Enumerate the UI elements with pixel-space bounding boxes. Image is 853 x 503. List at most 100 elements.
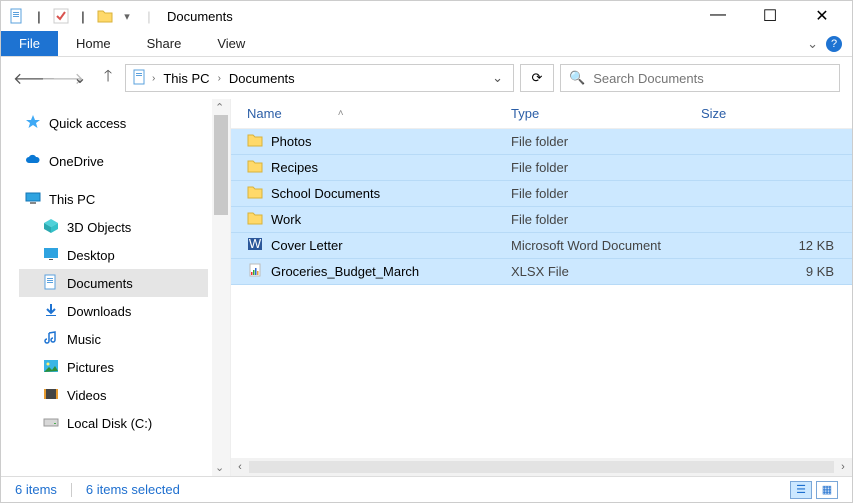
file-row[interactable]: RecipesFile folder [231,155,852,181]
back-button[interactable]: 🡐 [13,68,35,89]
pic-icon [43,358,59,377]
crumb-documents[interactable]: Documents [225,71,299,86]
svg-text:W: W [249,236,262,251]
cube-icon [43,218,59,237]
search-icon: 🔍 [569,70,585,86]
document-icon [9,8,25,24]
disk-icon [43,414,59,433]
doc-icon [43,274,59,293]
file-row[interactable]: School Documents File folder [231,181,852,207]
address-bar[interactable]: › This PC › Documents ⌄ [125,64,514,92]
sidebar-item-music[interactable]: Music [19,325,208,353]
sidebar-item-3d-objects[interactable]: 3D Objects [19,213,208,241]
tab-home[interactable]: Home [58,31,129,56]
sidebar-item-this-pc[interactable]: This PC [19,185,208,213]
title-bar: | | ▾ | Documents — ☐ ✕ [1,1,852,31]
crumb-this-pc[interactable]: This PC [159,71,213,86]
file-type: File folder [511,212,701,227]
file-name: Groceries_Budget_March [271,264,419,279]
file-size: 9 KB [701,264,852,279]
window-controls: — ☐ ✕ [704,6,844,26]
sidebar-item-label: OneDrive [49,154,104,169]
col-header-name[interactable]: Name ˄ [231,106,511,121]
refresh-button[interactable]: ⟳ [520,64,554,92]
sidebar-item-label: Downloads [67,304,131,319]
folder-icon [247,132,263,151]
minimize-button[interactable]: — [704,6,732,26]
sidebar-item-downloads[interactable]: Downloads [19,297,208,325]
crumb-chev-1[interactable]: › [218,73,221,84]
status-bar: 6 items 6 items selected ☰ ▦ [1,476,852,502]
file-name: Recipes [271,160,318,175]
recent-locations-button[interactable]: ⌄ [69,68,91,88]
star-icon [25,114,41,133]
file-row[interactable]: Groceries_Budget_March XLSX File9 KB [231,259,852,285]
help-button[interactable]: ? [826,36,842,52]
sidebar-item-label: This PC [49,192,95,207]
qa-sep3: | [141,8,157,24]
sidebar-item-label: Local Disk (C:) [67,416,152,431]
properties-icon[interactable] [53,8,69,24]
qa-sep: | [31,8,47,24]
file-type: XLSX File [511,264,701,279]
tab-view[interactable]: View [199,31,263,56]
window-title: Documents [167,9,233,24]
pc-icon [25,190,41,209]
col-header-name-label: Name [247,106,282,121]
qa-sep2: | [75,8,91,24]
file-row[interactable]: WCover LetterMicrosoft Word Document12 K… [231,233,852,259]
sidebar-item-pictures[interactable]: Pictures [19,353,208,381]
file-name: Work [271,212,301,227]
file-type: File folder [511,186,701,201]
sidebar-item-label: Videos [67,388,107,403]
file-name: Cover Letter [271,238,343,253]
sidebar-scrollbar[interactable] [212,99,230,476]
hscroll-left-icon[interactable]: ‹ [231,461,249,473]
crumb-chev-0[interactable]: › [152,73,155,84]
sidebar-item-label: Quick access [49,116,126,131]
sidebar-item-onedrive[interactable]: OneDrive [19,147,208,175]
ribbon-collapse-icon[interactable]: ⌄ [807,36,818,52]
hscroll-track[interactable] [249,461,834,473]
address-dropdown-icon[interactable]: ⌄ [492,70,503,86]
qa-dropdown-icon[interactable]: ▾ [119,8,135,24]
tab-file[interactable]: File [1,31,58,56]
hscroll-right-icon[interactable]: › [834,461,852,473]
sidebar-item-videos[interactable]: Videos [19,381,208,409]
view-buttons: ☰ ▦ [790,481,838,499]
tab-share[interactable]: Share [129,31,200,56]
sidebar-item-label: Documents [67,276,133,291]
xlsx-icon [247,262,263,281]
file-row[interactable]: Photos File folder [231,129,852,155]
close-button[interactable]: ✕ [808,6,836,26]
forward-button[interactable]: 🡒 [41,68,63,89]
file-type: File folder [511,134,701,149]
sidebar-item-documents[interactable]: Documents [19,269,208,297]
maximize-button[interactable]: ☐ [756,6,784,26]
address-doc-icon [132,69,148,88]
sidebar-item-quick-access[interactable]: Quick access [19,109,208,137]
sidebar-item-label: Pictures [67,360,114,375]
sidebar-item-local-disk-c-[interactable]: Local Disk (C:) [19,409,208,437]
file-size: 12 KB [701,238,852,253]
search-box[interactable]: 🔍 [560,64,840,92]
sidebar-item-label: 3D Objects [67,220,131,235]
thumbnails-view-button[interactable]: ▦ [816,481,838,499]
sidebar: Quick access OneDrive This PC 3D Objects Des… [1,99,231,476]
horizontal-scrollbar[interactable]: ‹ › [231,458,852,476]
file-name: Photos [271,134,311,149]
file-row[interactable]: Work File folder [231,207,852,233]
up-button[interactable]: 🡑 [97,65,119,92]
sidebar-scroll-thumb[interactable] [214,115,228,215]
sort-indicator-icon: ˄ [338,108,344,119]
search-input[interactable] [593,71,831,86]
file-name: School Documents [271,186,380,201]
col-header-size[interactable]: Size [701,106,852,121]
details-view-button[interactable]: ☰ [790,481,812,499]
onedrive-icon [25,152,41,171]
sidebar-item-label: Desktop [67,248,115,263]
music-icon [43,330,59,349]
col-header-type[interactable]: Type [511,106,701,121]
sidebar-item-desktop[interactable]: Desktop [19,241,208,269]
nav-row: 🡐 🡒 ⌄ 🡑 › This PC › Documents ⌄ ⟳ 🔍 [1,57,852,99]
